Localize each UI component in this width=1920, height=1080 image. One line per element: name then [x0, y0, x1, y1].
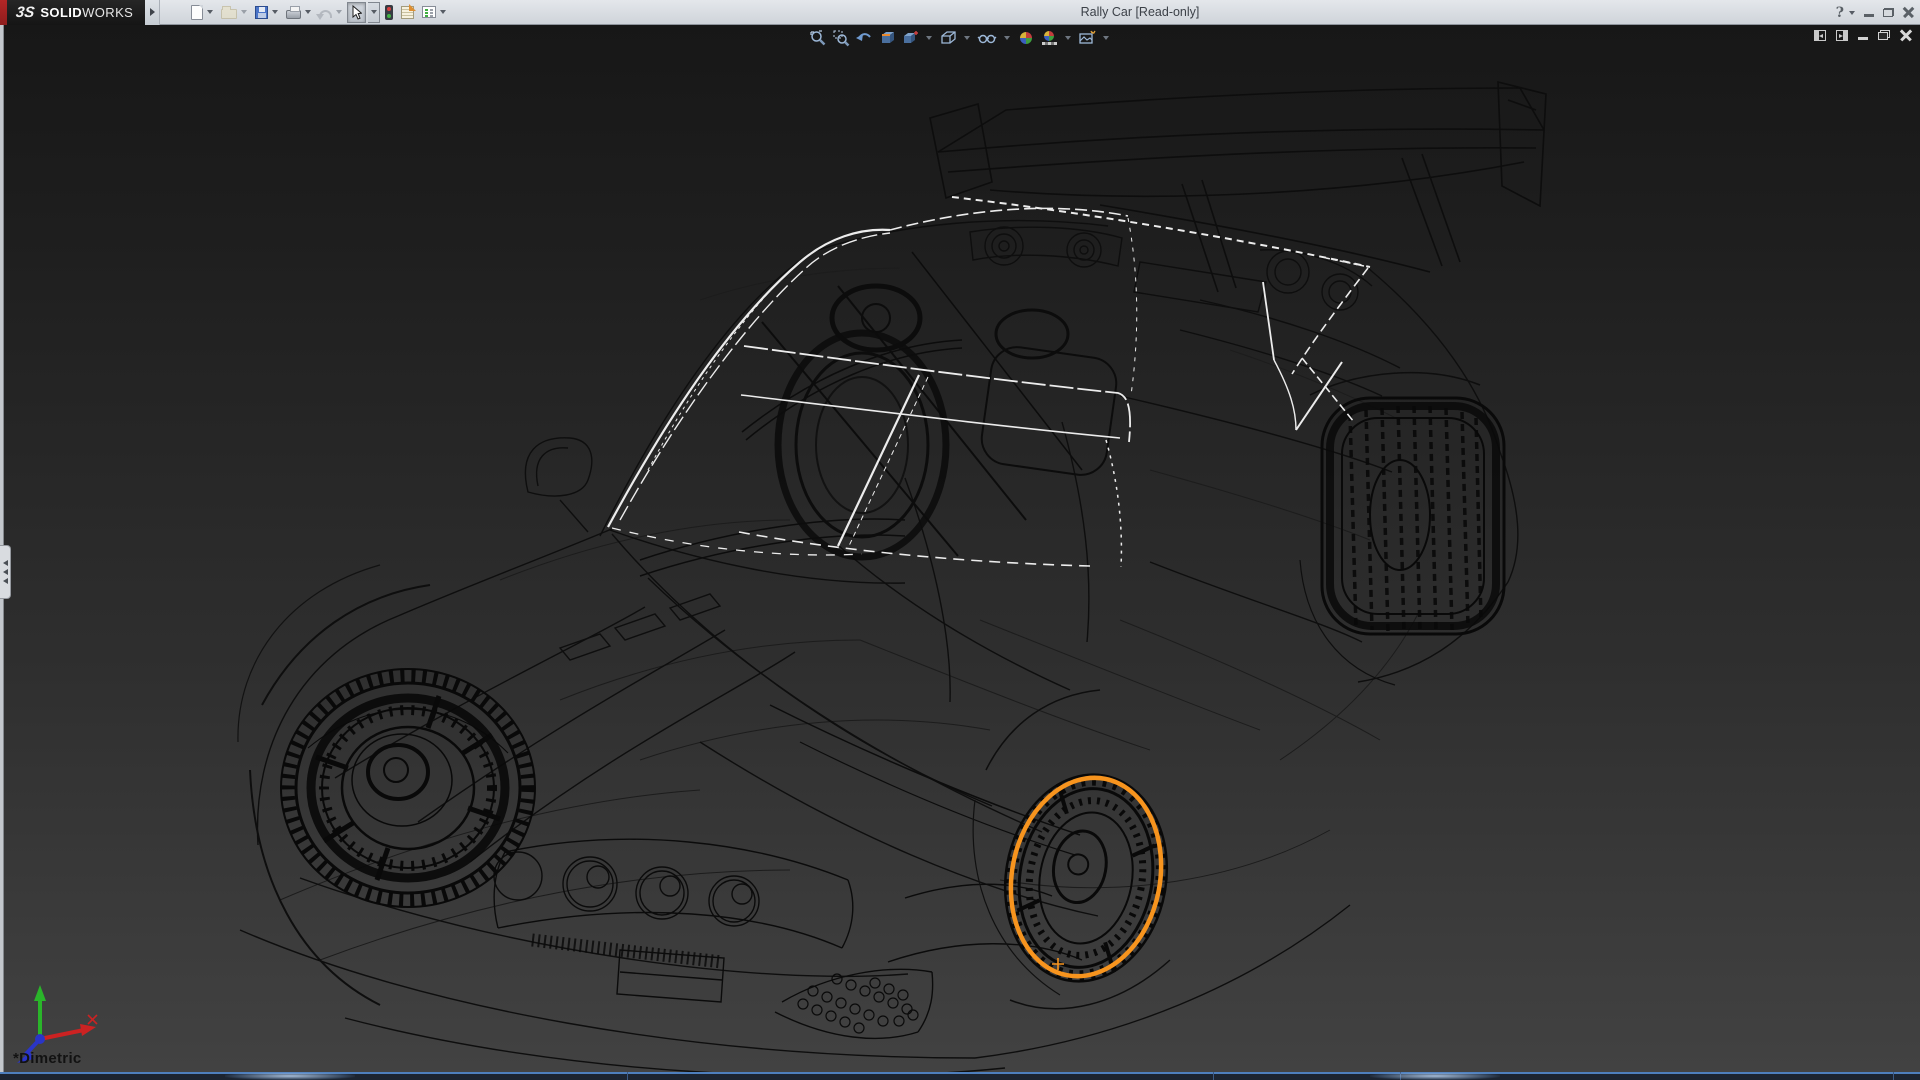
- solidworks-logo[interactable]: 3S SOLID WORKS: [7, 0, 145, 25]
- x-axis: [40, 1030, 84, 1039]
- undo-icon: [319, 10, 332, 18]
- standard-toolbar: [188, 2, 449, 23]
- chevron-down-icon[interactable]: [241, 10, 247, 14]
- save-icon: [255, 6, 268, 19]
- save-button[interactable]: [252, 2, 281, 23]
- select-tool-button[interactable]: [347, 2, 366, 23]
- select-tool-flyout[interactable]: [368, 2, 380, 23]
- chevron-down-icon[interactable]: [964, 36, 970, 40]
- graphics-viewport[interactable]: *Dimetric: [0, 25, 1920, 1073]
- menu-expand-button[interactable]: [145, 0, 160, 25]
- view-orientation-button[interactable]: [900, 27, 920, 49]
- view-settings-button[interactable]: [1077, 27, 1097, 49]
- wireframe-car-canvas: [0, 25, 1920, 1073]
- apply-scene-button[interactable]: [1039, 27, 1059, 49]
- taskbar-glow: [225, 1072, 355, 1080]
- screen-edge-strip: [0, 0, 7, 25]
- chevron-down-icon[interactable]: [1103, 36, 1109, 40]
- print-icon: [286, 10, 301, 19]
- edit-appearance-icon: [1017, 29, 1035, 47]
- file-properties-icon: [401, 6, 414, 19]
- chevron-down-icon[interactable]: [440, 10, 446, 14]
- open-button[interactable]: [218, 2, 250, 23]
- file-properties-button[interactable]: [398, 2, 417, 23]
- brand-works: WORKS: [82, 5, 133, 20]
- rebuild-button[interactable]: [382, 2, 396, 23]
- display-pane-toggle-icon[interactable]: [1836, 30, 1848, 41]
- rebuild-traffic-light-icon: [385, 5, 393, 20]
- restore-icon[interactable]: [1883, 8, 1894, 17]
- taskbar-divider: [627, 1072, 628, 1080]
- display-style-icon: [939, 29, 957, 47]
- chevron-down-icon[interactable]: [272, 10, 278, 14]
- chevron-down-icon[interactable]: [1065, 36, 1071, 40]
- chevron-down-icon[interactable]: [207, 10, 213, 14]
- close-icon[interactable]: [1903, 7, 1914, 18]
- view-orientation-icon: [901, 29, 919, 47]
- open-icon: [221, 9, 237, 19]
- section-view-icon: [878, 29, 896, 47]
- taskbar-glow: [1370, 1072, 1500, 1080]
- taskbar-edge[interactable]: [0, 1072, 1920, 1080]
- heads-up-view-toolbar: [808, 27, 1112, 49]
- title-bar: 3S SOLID WORKS Rally Car [Read-only] ?: [0, 0, 1920, 25]
- brand-solid: SOLID: [40, 5, 82, 20]
- previous-view-icon: [855, 29, 873, 47]
- previous-view-button[interactable]: [854, 27, 874, 49]
- chevron-left-icon: [3, 578, 8, 584]
- view-orientation-label: *Dimetric: [13, 1050, 82, 1067]
- chevron-down-icon[interactable]: [305, 10, 311, 14]
- chevron-down-icon[interactable]: [1849, 11, 1855, 15]
- new-button[interactable]: [188, 2, 216, 23]
- select-cursor-icon: [351, 5, 362, 20]
- minimize-icon[interactable]: [1864, 14, 1874, 17]
- view-settings-icon: [1078, 29, 1096, 47]
- edit-appearance-button[interactable]: [1016, 27, 1036, 49]
- chevron-down-icon[interactable]: [336, 10, 342, 14]
- help-icon[interactable]: ?: [1836, 5, 1844, 21]
- 3ds-logo-icon: 3S: [15, 4, 36, 21]
- feature-tree-flyout-handle[interactable]: [0, 545, 11, 599]
- options-icon: [422, 6, 436, 18]
- solidworks-window: 3S SOLID WORKS Rally Car [Read-only] ?: [0, 0, 1920, 1080]
- document-window-controls: [1814, 29, 1912, 41]
- zoom-to-area-icon: [832, 29, 850, 47]
- hide-show-items-icon: [977, 29, 997, 47]
- chevron-left-icon: [3, 569, 8, 575]
- taskbar-divider: [1213, 1072, 1214, 1080]
- restore-icon[interactable]: [1878, 30, 1890, 40]
- chevron-down-icon[interactable]: [1004, 36, 1010, 40]
- undo-button[interactable]: [316, 2, 345, 23]
- taskbar-divider: [1893, 1072, 1894, 1080]
- chevron-down-icon[interactable]: [926, 36, 932, 40]
- print-button[interactable]: [283, 2, 314, 23]
- options-button[interactable]: [419, 2, 449, 23]
- document-title: Rally Car [Read-only]: [1010, 0, 1270, 25]
- section-view-button[interactable]: [877, 27, 897, 49]
- zoom-to-area-button[interactable]: [831, 27, 851, 49]
- feature-pane-toggle-icon[interactable]: [1814, 30, 1826, 41]
- chevron-down-icon: [371, 10, 377, 14]
- new-icon: [191, 5, 203, 20]
- zoom-to-fit-button[interactable]: [808, 27, 828, 49]
- display-style-button[interactable]: [938, 27, 958, 49]
- chevron-right-icon: [150, 8, 155, 16]
- zoom-to-fit-icon: [809, 29, 827, 47]
- app-window-controls: ?: [1836, 0, 1914, 25]
- minimize-icon[interactable]: [1858, 37, 1868, 40]
- hide-show-items-button[interactable]: [976, 27, 998, 49]
- close-icon[interactable]: [1900, 29, 1912, 41]
- chevron-left-icon: [3, 560, 8, 566]
- apply-scene-icon: [1040, 29, 1058, 47]
